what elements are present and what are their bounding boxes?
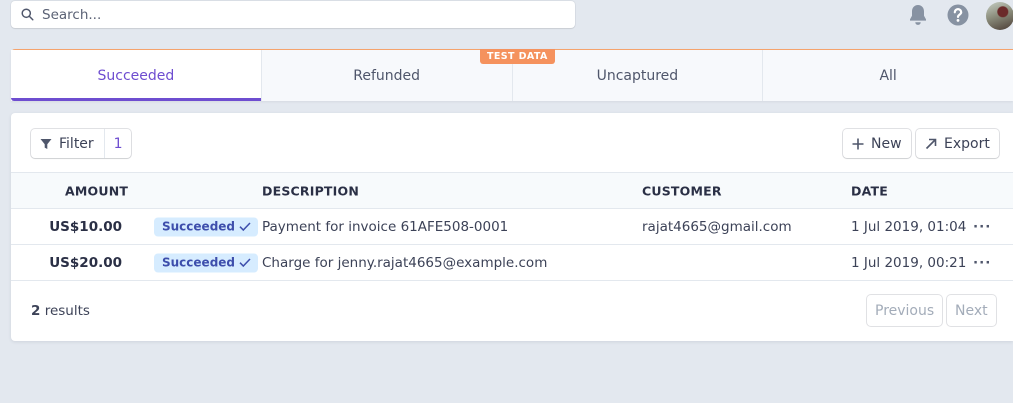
tab-refunded[interactable]: Refunded: [262, 50, 513, 101]
amount-cell: US$20.00: [49, 254, 122, 271]
search-input[interactable]: [42, 6, 542, 23]
help-icon[interactable]: [946, 3, 970, 27]
new-button[interactable]: New: [843, 129, 911, 158]
export-button[interactable]: Export: [916, 129, 999, 158]
export-label: Export: [944, 135, 990, 152]
check-icon: [239, 258, 251, 268]
description-cell: Payment for invoice 61AFE508-0001: [262, 218, 509, 235]
customer-cell: rajat4665@gmail.com: [642, 218, 792, 235]
column-header-customer: CUSTOMER: [642, 183, 722, 198]
date-cell: 1 Jul 2019, 01:04: [851, 218, 967, 235]
search-icon: [21, 8, 34, 21]
filter-count: 1: [103, 129, 131, 158]
plus-icon: [852, 138, 864, 149]
avatar[interactable]: [986, 2, 1013, 30]
filter-icon: [40, 138, 52, 149]
column-header-date: DATE: [851, 183, 888, 198]
column-header-amount: AMOUNT: [65, 183, 129, 198]
search-bar[interactable]: [11, 1, 575, 28]
next-button[interactable]: Next: [947, 295, 996, 326]
payments-card: Filter 1 New Export AMOUNT DESCRIPTION C…: [11, 113, 1013, 341]
test-data-badge: TEST DATA: [480, 49, 555, 64]
results-word: results: [44, 303, 90, 319]
table-header: AMOUNT DESCRIPTION CUSTOMER DATE: [11, 172, 1013, 209]
amount-cell: US$10.00: [49, 218, 122, 235]
bell-icon[interactable]: [907, 3, 931, 27]
results-count: 2 results: [31, 303, 90, 319]
tab-all[interactable]: All: [763, 50, 1013, 101]
check-icon: [239, 222, 251, 232]
status-label: Succeeded: [162, 219, 236, 234]
status-badge: Succeeded: [154, 253, 259, 272]
new-label: New: [871, 135, 902, 152]
table-row[interactable]: US$20.00 Succeeded Charge for jenny.raja…: [11, 245, 1013, 281]
previous-button[interactable]: Previous: [867, 295, 943, 326]
results-number: 2: [31, 303, 41, 319]
status-badge: Succeeded: [154, 217, 259, 236]
status-label: Succeeded: [162, 255, 236, 270]
filter-label: Filter: [59, 135, 94, 152]
column-header-description: DESCRIPTION: [262, 183, 359, 198]
description-cell: Charge for jenny.rajat4665@example.com: [262, 254, 548, 271]
arrow-up-right-icon: [925, 138, 937, 149]
date-cell: 1 Jul 2019, 00:21: [851, 254, 967, 271]
filter-button[interactable]: Filter 1: [31, 129, 131, 158]
more-icon[interactable]: ···: [973, 219, 991, 235]
tab-succeeded[interactable]: Succeeded: [11, 50, 262, 101]
table-row[interactable]: US$10.00 Succeeded Payment for invoice 6…: [11, 209, 1013, 245]
more-icon[interactable]: ···: [973, 255, 991, 271]
